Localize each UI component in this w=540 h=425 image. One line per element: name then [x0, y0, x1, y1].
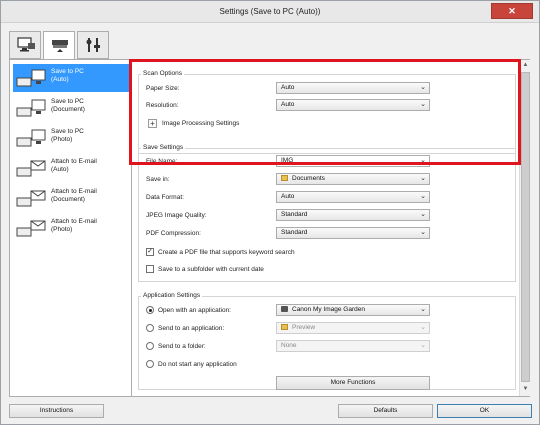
sidebar-item-save-to-pc-auto[interactable]: Save to PC (Auto) [13, 64, 129, 92]
pdf-compression-label: PDF Compression: [146, 230, 201, 237]
open-app-label: Open with an application: [158, 307, 231, 314]
scroll-down-icon[interactable]: ▼ [521, 385, 530, 394]
folder-icon [281, 174, 288, 181]
sidebar-item-label: Attach to E-mail (Document) [51, 188, 97, 203]
more-functions-button[interactable]: More Functions [276, 376, 430, 390]
save-in-value: Documents [292, 175, 325, 182]
send-folder-value: None [281, 342, 297, 349]
chevron-down-icon: ⌄ [420, 306, 426, 313]
sidebar-item-label: Attach to E-mail (Auto) [51, 158, 97, 173]
window-title: Settings (Save to PC (Auto)) [219, 7, 321, 16]
scanner-monitor-icon [16, 99, 46, 117]
pdf-compression-select[interactable]: Standard ⌄ [276, 227, 430, 239]
canon-app-icon [281, 305, 288, 312]
close-icon: ✕ [508, 6, 516, 16]
open-app-value: Canon My Image Garden [292, 306, 365, 313]
general-settings-icon [86, 38, 100, 52]
ok-button[interactable]: OK [437, 404, 532, 418]
send-app-value: Preview [292, 324, 316, 331]
chevron-down-icon: ⌄ [420, 193, 426, 200]
subfolder-checkbox[interactable] [146, 265, 154, 273]
sidebar-item-label: Save to PC (Auto) [51, 68, 84, 83]
tab-scan-from-operation-panel[interactable] [43, 31, 75, 60]
data-format-select[interactable]: Auto ⌄ [276, 191, 430, 203]
preview-app-icon [281, 323, 288, 330]
chevron-down-icon: ⌄ [420, 324, 426, 331]
keyword-pdf-checkbox[interactable]: ✓ [146, 248, 154, 256]
no-app-radio[interactable] [146, 360, 154, 368]
tab-scan-from-computer[interactable] [9, 31, 41, 59]
jpeg-quality-value: Standard [281, 211, 308, 218]
application-settings-title: Application Settings [141, 292, 203, 299]
send-app-radio[interactable] [146, 324, 154, 332]
jpeg-quality-label: JPEG Image Quality: [146, 212, 207, 219]
checkmark-icon: ✓ [147, 248, 153, 255]
chevron-down-icon: ⌄ [420, 342, 426, 349]
send-folder-radio[interactable] [146, 342, 154, 350]
pdf-compression-value: Standard [281, 229, 308, 236]
scan-from-computer-icon [17, 37, 35, 52]
sidebar-item-attach-email-auto[interactable]: Attach to E-mail (Auto) [13, 154, 129, 182]
close-button[interactable]: ✕ [491, 3, 533, 19]
send-app-select[interactable]: Preview ⌄ [276, 322, 430, 334]
scroll-up-icon[interactable]: ▲ [521, 61, 530, 70]
data-format-label: Data Format: [146, 194, 184, 201]
sidebar-item-label: Save to PC (Document) [51, 98, 85, 113]
scan-from-operation-panel-icon [52, 40, 68, 52]
scanner-mail-icon [16, 160, 46, 177]
scanner-mail-icon [16, 220, 46, 237]
scanner-monitor-icon [16, 69, 46, 87]
open-app-radio[interactable] [146, 306, 154, 314]
save-in-select[interactable]: Documents ⌄ [276, 173, 430, 185]
jpeg-quality-select[interactable]: Standard ⌄ [276, 209, 430, 221]
title-bar: Settings (Save to PC (Auto)) ✕ [1, 1, 539, 23]
sidebar-item-label: Save to PC (Photo) [51, 128, 84, 143]
save-in-label: Save in: [146, 176, 170, 183]
subfolder-label: Save to a subfolder with current date [158, 266, 264, 273]
no-app-label: Do not start any application [158, 361, 237, 368]
send-app-label: Send to an application: [158, 325, 225, 332]
scrollbar-thumb[interactable] [521, 72, 530, 382]
settings-window: Settings (Save to PC (Auto)) ✕ Save to P… [0, 0, 540, 425]
open-app-select[interactable]: Canon My Image Garden ⌄ [276, 304, 430, 316]
sidebar-item-save-to-pc-document[interactable]: Save to PC (Document) [13, 94, 129, 122]
sidebar-item-save-to-pc-photo[interactable]: Save to PC (Photo) [13, 124, 129, 152]
data-format-value: Auto [281, 193, 295, 200]
sidebar-item-attach-email-photo[interactable]: Attach to E-mail (Photo) [13, 214, 129, 242]
send-folder-select[interactable]: None ⌄ [276, 340, 430, 352]
tab-general-settings[interactable] [77, 31, 109, 59]
highlight-box [129, 59, 521, 165]
scanner-monitor-icon [16, 129, 46, 147]
chevron-down-icon: ⌄ [420, 211, 426, 218]
sidebar-item-attach-email-document[interactable]: Attach to E-mail (Document) [13, 184, 129, 212]
keyword-pdf-label: Create a PDF file that supports keyword … [158, 249, 295, 256]
defaults-button[interactable]: Defaults [338, 404, 433, 418]
scanner-mail-icon [16, 190, 46, 207]
send-folder-label: Send to a folder: [158, 343, 206, 350]
chevron-down-icon: ⌄ [420, 175, 426, 182]
chevron-down-icon: ⌄ [420, 229, 426, 236]
sidebar: Save to PC (Auto) Save to PC (Document) … [9, 59, 132, 397]
instructions-button[interactable]: Instructions [9, 404, 104, 418]
sidebar-item-label: Attach to E-mail (Photo) [51, 218, 97, 233]
